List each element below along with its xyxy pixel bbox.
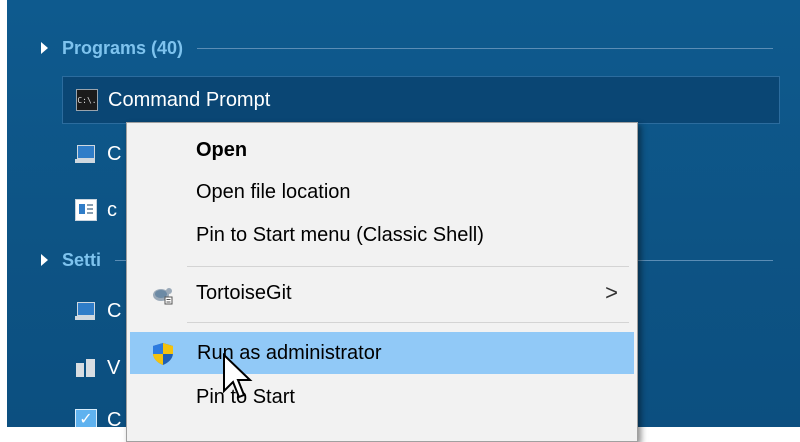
group-title: Setti [62, 249, 102, 270]
tortoisegit-icon [153, 288, 173, 305]
result-command-prompt[interactable]: C:\. Command Prompt [62, 76, 780, 124]
menu-item-open[interactable]: Open [130, 129, 634, 171]
uac-shield-icon [153, 343, 173, 365]
menu-item-pin-classic[interactable]: Pin to Start menu (Classic Shell) [130, 214, 634, 256]
group-title: Programs (40) [62, 37, 184, 58]
computer-icon [75, 300, 97, 322]
programs-group-header[interactable]: Programs (40) [7, 33, 787, 63]
menu-separator [187, 322, 629, 323]
window-icon [75, 199, 97, 221]
menu-item-open-file-location[interactable]: Open file location [130, 171, 634, 213]
result-label: C [107, 299, 122, 322]
cmd-icon-text: C:\. [77, 95, 97, 105]
computer-icon [75, 143, 97, 165]
submenu-chevron-icon: > [605, 280, 618, 305]
tools-icon [75, 357, 97, 379]
menu-separator [187, 266, 629, 267]
expand-triangle-icon [41, 42, 48, 54]
menu-item-run-as-administrator[interactable]: Run as administrator [130, 332, 634, 374]
context-menu: Open Open file location Pin to Start men… [126, 122, 638, 442]
checkbox-icon: ✓ [75, 409, 97, 427]
mouse-pointer-icon [223, 353, 253, 399]
menu-item-label: Open [196, 138, 248, 161]
command-prompt-icon: C:\. [76, 89, 98, 111]
menu-item-pin-to-start[interactable]: Pin to Start [130, 376, 634, 418]
result-label: C [107, 408, 122, 428]
result-label: V [107, 356, 121, 379]
menu-item-tortoisegit[interactable]: TortoiseGit > [130, 272, 634, 314]
menu-item-label: Pin to Start menu (Classic Shell) [196, 223, 484, 246]
result-label: c [107, 198, 117, 221]
menu-item-label: Open file location [196, 180, 351, 203]
result-label: C [107, 142, 122, 165]
result-label: Command Prompt [108, 88, 271, 111]
menu-item-label: TortoiseGit [196, 281, 292, 304]
group-divider [197, 47, 773, 49]
expand-triangle-icon [41, 254, 48, 266]
